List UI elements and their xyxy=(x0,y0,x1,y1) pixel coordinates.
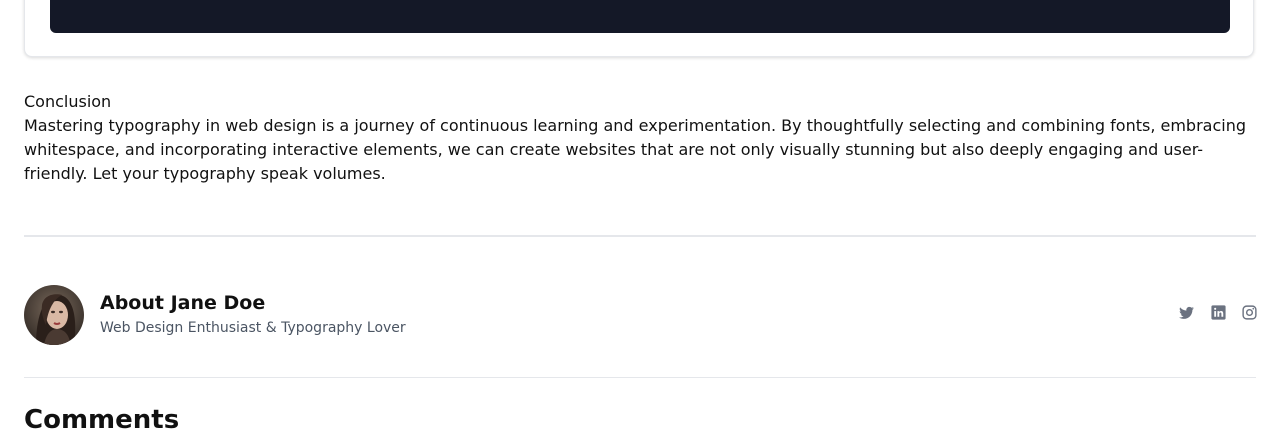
avatar xyxy=(24,285,84,345)
section-divider xyxy=(24,377,1256,378)
instagram-link[interactable] xyxy=(1240,304,1258,325)
code-block xyxy=(50,0,1230,33)
twitter-link[interactable] xyxy=(1177,305,1195,323)
linkedin-icon xyxy=(1210,304,1227,325)
comments-heading: Comments xyxy=(24,405,180,435)
code-card xyxy=(24,0,1254,57)
author-tagline: Web Design Enthusiast & Typography Lover xyxy=(100,320,406,336)
author-name: About Jane Doe xyxy=(100,292,266,314)
section-divider xyxy=(24,235,1256,237)
conclusion-body: Mastering typography in web design is a … xyxy=(24,116,1246,183)
linkedin-link[interactable] xyxy=(1209,304,1227,325)
conclusion-heading: Conclusion xyxy=(24,92,112,111)
instagram-icon xyxy=(1241,304,1258,325)
conclusion-section: Conclusion Mastering typography in web d… xyxy=(24,90,1256,186)
author-box: About Jane Doe Web Design Enthusiast & T… xyxy=(24,285,1258,345)
twitter-icon xyxy=(1178,304,1195,325)
